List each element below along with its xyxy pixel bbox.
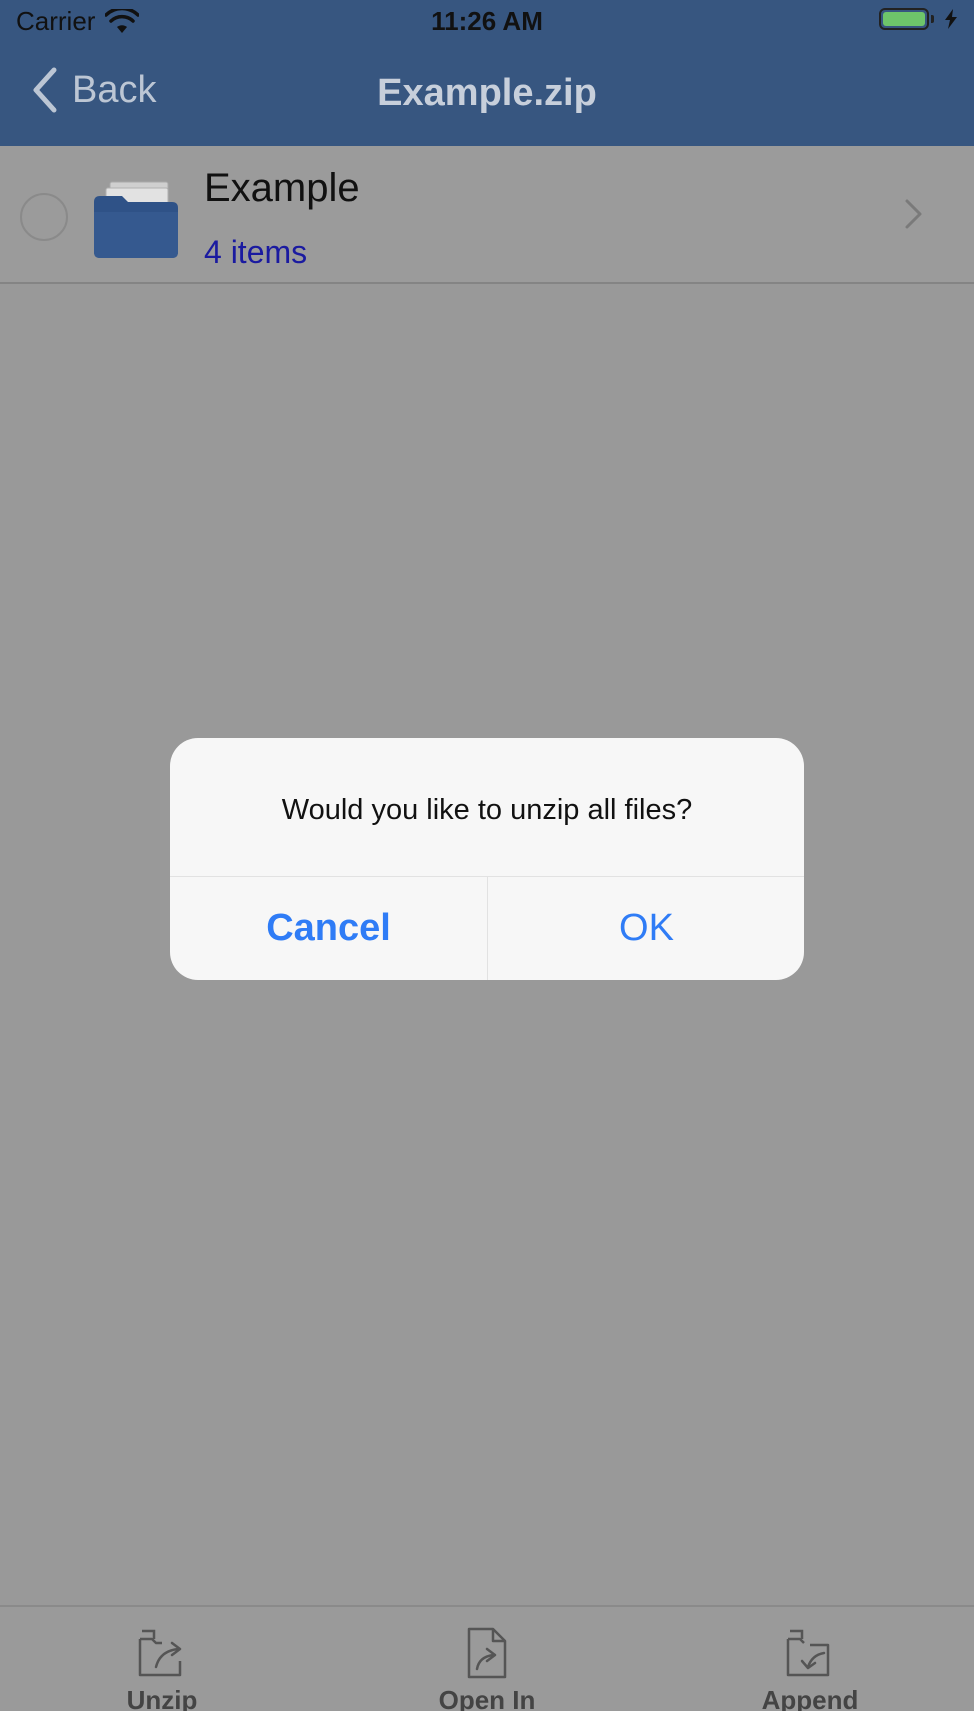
item-title: Example — [204, 166, 360, 210]
chevron-right-icon — [905, 199, 922, 229]
cancel-button[interactable]: Cancel — [170, 877, 487, 980]
open-in-label: Open In — [438, 1685, 536, 1711]
open-in-button[interactable]: Open In — [407, 1625, 567, 1711]
status-time: 11:26 AM — [431, 6, 543, 36]
append-label: Append — [761, 1685, 859, 1711]
charging-bolt-icon — [945, 9, 957, 29]
status-bar: Carrier 11:26 AM — [0, 0, 974, 44]
open-in-icon — [467, 1627, 507, 1679]
battery-fill — [883, 12, 925, 26]
top-bar: Carrier 11:26 AM Back Example.zip — [0, 0, 974, 146]
append-icon — [786, 1629, 830, 1677]
folder-icon — [94, 181, 178, 258]
battery-nub — [931, 15, 934, 23]
item-subtitle: 4 items — [204, 234, 308, 270]
page-title: Example.zip — [377, 72, 597, 114]
bottom-toolbar: Unzip Open In Append — [0, 1605, 974, 1711]
battery-indicator — [879, 8, 960, 30]
navigation-bar: Back Example.zip — [0, 44, 974, 146]
unzip-button[interactable]: Unzip — [82, 1625, 242, 1711]
screen: Carrier 11:26 AM Back Example.zip Exampl… — [0, 0, 974, 1711]
select-checkbox[interactable] — [20, 193, 68, 241]
append-button[interactable]: Append — [730, 1625, 890, 1711]
list-item[interactable]: Example 4 items — [0, 146, 974, 284]
unzip-label: Unzip — [126, 1685, 198, 1711]
alert-message: Would you like to unzip all files? — [281, 794, 693, 826]
battery-icon — [879, 8, 929, 30]
ok-button[interactable]: OK — [488, 877, 804, 980]
unzip-icon — [138, 1629, 182, 1677]
unzip-alert-dialog: Would you like to unzip all files? Cance… — [170, 738, 804, 980]
